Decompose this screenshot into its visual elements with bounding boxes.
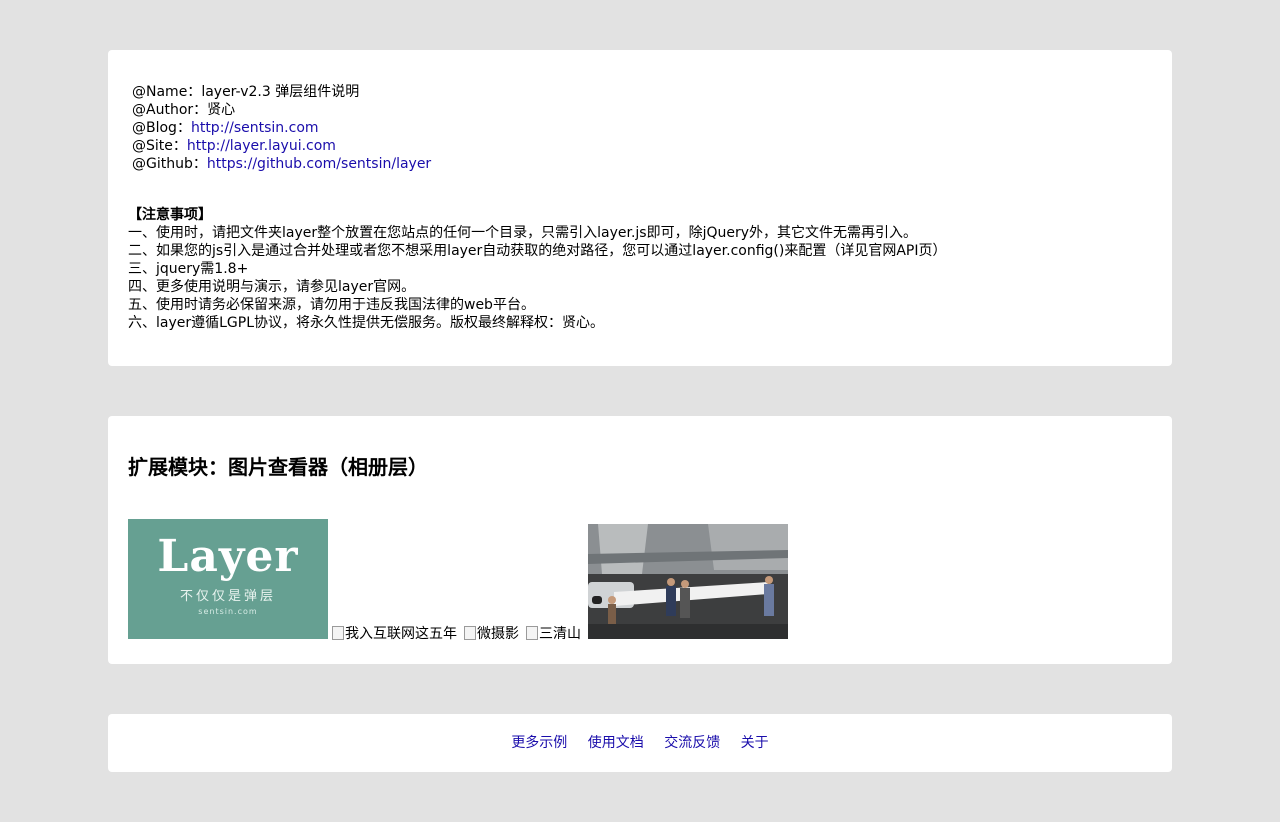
broken-image-alt: 三清山 [539, 626, 581, 642]
meta-name: @Name：layer-v2.3 弹层组件说明 [132, 83, 431, 101]
meta-name-value: layer-v2.3 弹层组件说明 [201, 84, 360, 100]
layer-logo-slogan: 不仅仅是弹层 [179, 589, 276, 604]
meta-name-label: @Name： [132, 84, 202, 100]
notes-title: 【注意事项】 [128, 207, 212, 223]
layer-logo-thumbnail[interactable]: Layer 不仅仅是弹层 sentsin.com [128, 519, 328, 639]
meta-github: @Github：https://github.com/sentsin/layer [132, 155, 431, 173]
note-item: 一、使用时，请把文件夹layer整个放置在您站点的任何一个目录，只需引入laye… [128, 225, 918, 241]
footer-card: 更多示例 使用文档 交流反馈 关于 [108, 714, 1172, 772]
meta-site: @Site：http://layer.layui.com [132, 137, 431, 155]
meta-author-value: 贤心 [207, 102, 236, 118]
photo-viewer-heading: 扩展模块：图片查看器（相册层） [128, 455, 428, 479]
footer-link-more-examples[interactable]: 更多示例 [511, 735, 567, 751]
banner-photo-image [588, 524, 788, 639]
layer-logo-site: sentsin.com [198, 607, 258, 616]
broken-image-thumbnail[interactable]: 微摄影 [464, 626, 519, 642]
broken-image-icon [464, 626, 476, 640]
broken-image-thumbnail[interactable]: 三清山 [526, 626, 581, 642]
notes-section: 【注意事项】 一、使用时，请把文件夹layer整个放置在您站点的任何一个目录，只… [128, 206, 947, 332]
component-meta: @Name：layer-v2.3 弹层组件说明 @Author：贤心 @Blog… [132, 83, 431, 173]
site-link[interactable]: http://layer.layui.com [187, 138, 336, 154]
blog-link[interactable]: http://sentsin.com [191, 120, 319, 136]
broken-image-alt: 微摄影 [477, 626, 519, 642]
broken-image-thumbnail[interactable]: 我入互联网这五年 [332, 626, 457, 642]
broken-image-icon [332, 626, 344, 640]
note-item: 五、使用时请务必保留来源，请勿用于违反我国法律的web平台。 [128, 297, 535, 313]
photo-viewer-card: 扩展模块：图片查看器（相册层） Layer 不仅仅是弹层 sentsin.com… [108, 416, 1172, 664]
note-item: 四、更多使用说明与演示，请参见layer官网。 [128, 279, 416, 295]
meta-author: @Author：贤心 [132, 101, 431, 119]
broken-image-icon [526, 626, 538, 640]
meta-blog-label: @Blog： [132, 120, 191, 136]
note-item: 三、jquery需1.8+ [128, 261, 249, 277]
meta-author-label: @Author： [132, 102, 208, 118]
footer-link-feedback[interactable]: 交流反馈 [664, 735, 720, 751]
footer-nav: 更多示例 使用文档 交流反馈 关于 [108, 734, 1172, 752]
banner-photo-thumbnail[interactable] [588, 524, 788, 639]
meta-blog: @Blog：http://sentsin.com [132, 119, 431, 137]
meta-github-label: @Github： [132, 156, 207, 172]
layer-logo-text: Layer [157, 531, 299, 582]
broken-image-alt: 我入互联网这五年 [345, 626, 457, 642]
footer-link-docs[interactable]: 使用文档 [588, 735, 644, 751]
github-link[interactable]: https://github.com/sentsin/layer [207, 156, 431, 172]
footer-link-about[interactable]: 关于 [741, 735, 769, 751]
info-card: @Name：layer-v2.3 弹层组件说明 @Author：贤心 @Blog… [108, 50, 1172, 366]
note-item: 二、如果您的js引入是通过合并处理或者您不想采用layer自动获取的绝对路径，您… [128, 243, 947, 259]
meta-site-label: @Site： [132, 138, 187, 154]
note-item: 六、layer遵循LGPL协议，将永久性提供无偿服务。版权最终解释权：贤心。 [128, 315, 605, 331]
